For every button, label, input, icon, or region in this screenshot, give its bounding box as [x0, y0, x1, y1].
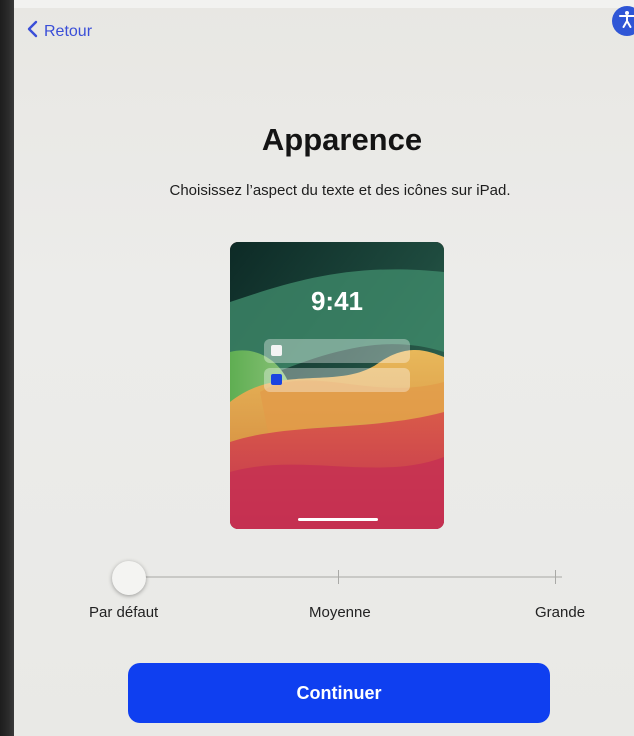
chevron-left-icon — [26, 20, 38, 43]
preview-notification — [264, 339, 410, 363]
slider-tick-medium — [338, 570, 339, 584]
accessibility-button[interactable] — [612, 6, 634, 36]
home-indicator — [298, 518, 378, 521]
slider-track — [128, 576, 562, 578]
page-subtitle: Choisissez l’aspect du texte et des icôn… — [169, 182, 511, 199]
device-bezel — [0, 0, 14, 736]
back-button[interactable]: Retour — [26, 20, 92, 43]
preview-clock: 9:41 — [310, 286, 364, 316]
appearance-preview: 9:41 — [230, 242, 444, 529]
text-size-slider[interactable] — [112, 560, 562, 595]
slider-label-medium: Moyenne — [309, 604, 371, 621]
preview-notification — [264, 368, 410, 392]
top-edge — [0, 0, 634, 8]
slider-tick-large — [555, 570, 556, 584]
slider-label-default: Par défaut — [89, 604, 159, 621]
slider-label-large: Grande — [535, 604, 586, 621]
continue-button[interactable]: Continuer — [128, 663, 550, 723]
slider-thumb[interactable] — [112, 561, 146, 595]
accessibility-icon — [617, 9, 634, 34]
notification-dot — [271, 345, 282, 356]
page-title: Apparence — [261, 122, 423, 157]
back-label: Retour — [44, 22, 93, 40]
notification-dot — [271, 374, 282, 385]
setup-screen: Retour Apparence Choisissez l’aspect du … — [0, 0, 634, 736]
